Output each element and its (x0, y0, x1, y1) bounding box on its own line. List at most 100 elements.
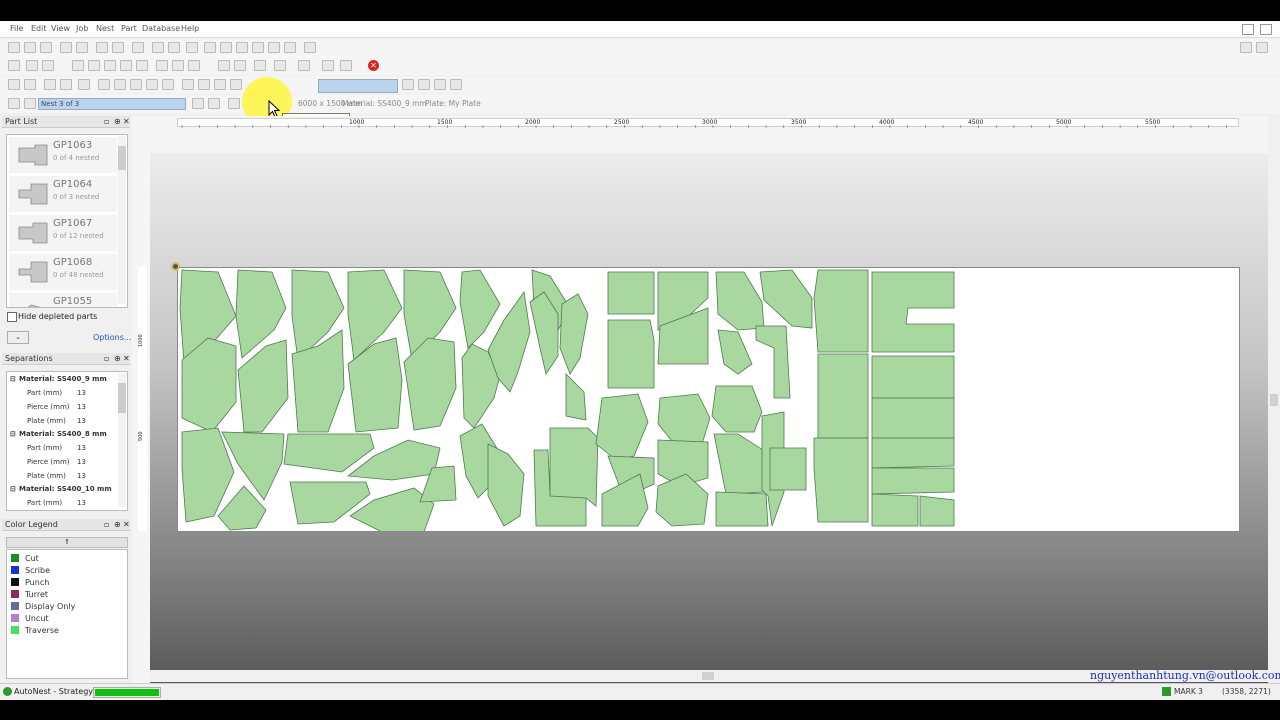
nest-select-dropdown[interactable]: Nest 3 of 3 (38, 98, 186, 110)
bridge-icon[interactable] (214, 79, 226, 90)
menu-part[interactable]: Part (121, 24, 137, 33)
nested-part[interactable] (565, 373, 587, 421)
nested-part[interactable] (487, 443, 525, 527)
next-nest-icon[interactable] (234, 60, 246, 71)
export-icon[interactable] (112, 42, 124, 53)
window-restore-icon[interactable] (1242, 24, 1254, 35)
print-preview-icon[interactable] (76, 42, 88, 53)
select-icon[interactable] (44, 79, 56, 90)
menu-database[interactable]: Database (142, 24, 180, 33)
rectangle-icon[interactable] (156, 60, 168, 71)
nested-part[interactable] (871, 493, 919, 527)
part-filter-dropdown[interactable]: ⌄ (7, 331, 29, 344)
options-icon[interactable] (450, 79, 462, 90)
remnant-icon[interactable] (88, 60, 100, 71)
canvas-vertical-scrollbar[interactable] (1268, 132, 1280, 683)
nested-part[interactable] (459, 269, 501, 349)
chain-icon[interactable] (230, 79, 242, 90)
panel-pin-icon[interactable]: ⊕ (114, 116, 121, 128)
measure-icon[interactable] (198, 79, 210, 90)
grid-icon[interactable] (172, 60, 184, 71)
import-icon[interactable] (96, 42, 108, 53)
paste-icon[interactable] (168, 42, 180, 53)
nested-part[interactable] (711, 385, 763, 433)
layout-icon[interactable] (120, 60, 132, 71)
zoom-window-icon[interactable] (220, 42, 232, 53)
group-icon[interactable] (188, 60, 200, 71)
menu-job[interactable]: Job (76, 24, 88, 33)
panel-minimize-icon[interactable]: ▫ (104, 519, 109, 531)
part-library-icon[interactable] (42, 60, 54, 71)
common-line-icon[interactable] (162, 79, 174, 90)
panel-close-icon[interactable]: ✕ (123, 519, 130, 531)
panel-close-icon[interactable]: ✕ (123, 353, 130, 365)
print-icon[interactable] (60, 42, 72, 53)
part-properties-icon[interactable] (26, 60, 38, 71)
delete-icon[interactable] (186, 42, 198, 53)
nested-part[interactable] (871, 467, 955, 495)
menu-file[interactable]: File (10, 24, 23, 33)
zoom-fit-icon[interactable] (204, 42, 216, 53)
collapse-icon[interactable]: ⊟ (10, 485, 16, 493)
panel-minimize-icon[interactable]: ▫ (104, 353, 109, 365)
nested-part[interactable] (717, 329, 753, 375)
nested-part[interactable] (713, 433, 767, 495)
report-icon[interactable] (132, 42, 144, 53)
separation-value[interactable]: 13 (77, 389, 86, 397)
nested-part[interactable] (871, 271, 955, 353)
save-icon[interactable] (40, 42, 52, 53)
mirror-icon[interactable] (98, 79, 110, 90)
undo-icon[interactable] (8, 79, 20, 90)
scrollbar-thumb[interactable] (118, 146, 126, 170)
window-arrange-icon[interactable] (1240, 42, 1252, 53)
zoom-out-icon[interactable] (268, 42, 280, 53)
panel-pin-icon[interactable]: ⊕ (114, 519, 121, 531)
separation-value[interactable]: 13 (77, 403, 86, 411)
last-nest-icon[interactable] (208, 98, 220, 109)
collapse-legend-button[interactable]: ⇑ (6, 537, 128, 548)
window-tile-icon[interactable] (1256, 42, 1268, 53)
nested-part[interactable] (657, 393, 711, 447)
check-icon[interactable] (418, 79, 430, 90)
separation-value[interactable]: 13 (77, 499, 86, 507)
menu-view[interactable]: View (51, 24, 70, 33)
list-item[interactable]: GP1068 0 of 48 nested (9, 254, 117, 290)
options-link[interactable]: Options... (93, 333, 132, 342)
separation-value[interactable]: 13 (77, 458, 86, 466)
first-nest-icon[interactable] (8, 98, 20, 109)
scrollbar-thumb[interactable] (118, 383, 126, 413)
material-group[interactable]: Material: SS400_8 mm (19, 430, 107, 438)
plate-icon[interactable] (72, 60, 84, 71)
hide-depleted-checkbox[interactable] (7, 312, 17, 322)
plate-name-label[interactable]: Plate: My Plate (425, 99, 481, 108)
nested-part[interactable] (871, 397, 955, 439)
list-item[interactable]: GP1063 0 of 4 nested (9, 137, 117, 173)
list-item[interactable]: GP1055 (9, 293, 117, 307)
panel-close-icon[interactable]: ✕ (123, 116, 130, 128)
stop-icon[interactable]: ✕ (368, 60, 379, 71)
previous-nest-icon[interactable] (24, 98, 36, 109)
lead-in-icon[interactable] (322, 60, 334, 71)
material-group[interactable]: Material: SS400_10 mm (19, 485, 112, 493)
nested-part[interactable] (759, 269, 813, 329)
zoom-previous-icon[interactable] (284, 42, 296, 53)
copy-icon[interactable] (152, 42, 164, 53)
new-icon[interactable] (8, 42, 20, 53)
sheet-icon[interactable] (104, 60, 116, 71)
nested-part[interactable] (871, 355, 955, 399)
plate[interactable] (177, 267, 1240, 532)
move-icon[interactable] (60, 79, 72, 90)
play-nest-icon[interactable] (218, 60, 230, 71)
filter-icon[interactable] (274, 60, 286, 71)
nested-part[interactable] (715, 271, 765, 331)
add-part-icon[interactable] (8, 60, 20, 71)
panel-minimize-icon[interactable]: ▫ (104, 116, 109, 128)
nested-part[interactable] (813, 437, 869, 523)
redo-icon[interactable] (24, 79, 36, 90)
nested-part[interactable] (595, 393, 649, 461)
nested-part[interactable] (655, 473, 709, 527)
array-icon[interactable] (146, 79, 158, 90)
plate-info-icon[interactable] (228, 98, 240, 109)
menu-help[interactable]: Help (181, 24, 199, 33)
cut-order-icon[interactable] (340, 60, 352, 71)
